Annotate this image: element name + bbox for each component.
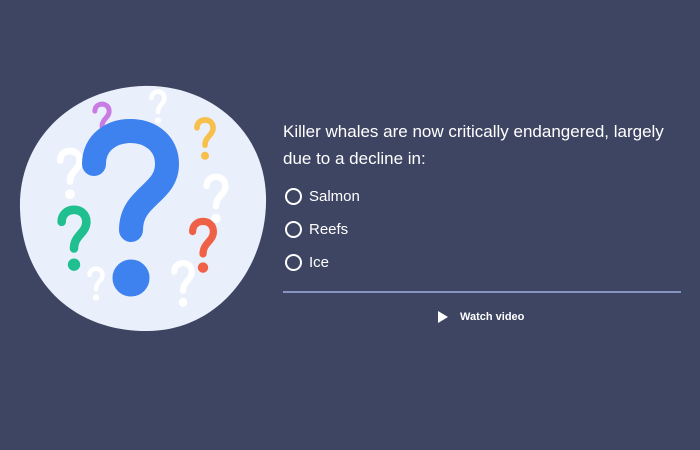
play-icon	[438, 311, 448, 323]
watch-video-label: Watch video	[460, 311, 525, 323]
quiz-panel: Killer whales are now critically endange…	[283, 118, 683, 283]
option-label: Reefs	[309, 220, 349, 238]
radio-button[interactable]	[285, 253, 302, 271]
divider	[283, 291, 681, 293]
radio-button[interactable]	[285, 187, 302, 205]
question-text: Killer whales are now critically endange…	[283, 122, 664, 168]
question-marks-bubble-icon	[19, 85, 267, 332]
radio-button[interactable]	[285, 220, 302, 238]
option-label: Salmon	[309, 187, 360, 205]
watch-video-button[interactable]: Watch video	[438, 311, 524, 323]
option-ice[interactable]: Ice	[283, 250, 683, 274]
answer-options: Salmon Reefs Ice	[283, 184, 683, 274]
option-salmon[interactable]: Salmon	[283, 184, 683, 208]
question-marks-illustration	[18, 84, 268, 334]
option-reefs[interactable]: Reefs	[283, 217, 683, 241]
option-label: Ice	[309, 253, 330, 271]
